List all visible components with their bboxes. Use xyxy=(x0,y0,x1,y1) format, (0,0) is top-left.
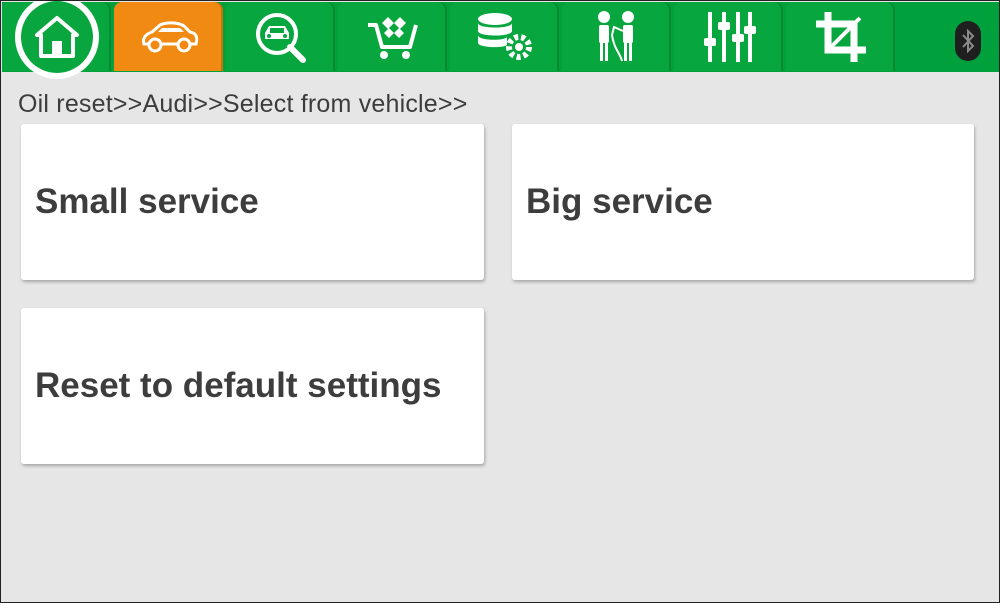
home-badge xyxy=(15,0,99,79)
tab-store[interactable] xyxy=(338,2,447,71)
home-icon xyxy=(35,16,79,58)
people-help-icon xyxy=(597,10,634,61)
crop-icon xyxy=(815,11,866,62)
bluetooth-status xyxy=(955,21,981,61)
bluetooth-icon xyxy=(962,29,975,53)
top-toolbar xyxy=(1,0,1000,79)
tab-home[interactable] xyxy=(2,0,111,79)
tab-crop[interactable] xyxy=(786,2,895,71)
tab-data-settings[interactable] xyxy=(450,2,559,71)
car-icon xyxy=(141,20,198,52)
small-service-button[interactable]: Small service xyxy=(21,124,484,280)
tab-car-search[interactable] xyxy=(226,2,335,71)
tab-support[interactable] xyxy=(562,2,671,71)
sliders-icon xyxy=(703,11,756,62)
reset-default-label: Reset to default settings xyxy=(35,366,442,405)
tab-vehicle[interactable] xyxy=(114,2,223,71)
database-settings-icon xyxy=(477,12,532,60)
big-service-button[interactable]: Big service xyxy=(512,124,974,280)
shopping-cart-icon xyxy=(367,16,418,59)
big-service-label: Big service xyxy=(526,182,713,221)
tab-adjustments[interactable] xyxy=(674,2,783,71)
breadcrumb: Oil reset>>Audi>>Select from vehicle>> xyxy=(18,90,468,118)
car-search-icon xyxy=(255,12,306,63)
small-service-label: Small service xyxy=(35,182,259,221)
reset-default-button[interactable]: Reset to default settings xyxy=(21,308,484,464)
